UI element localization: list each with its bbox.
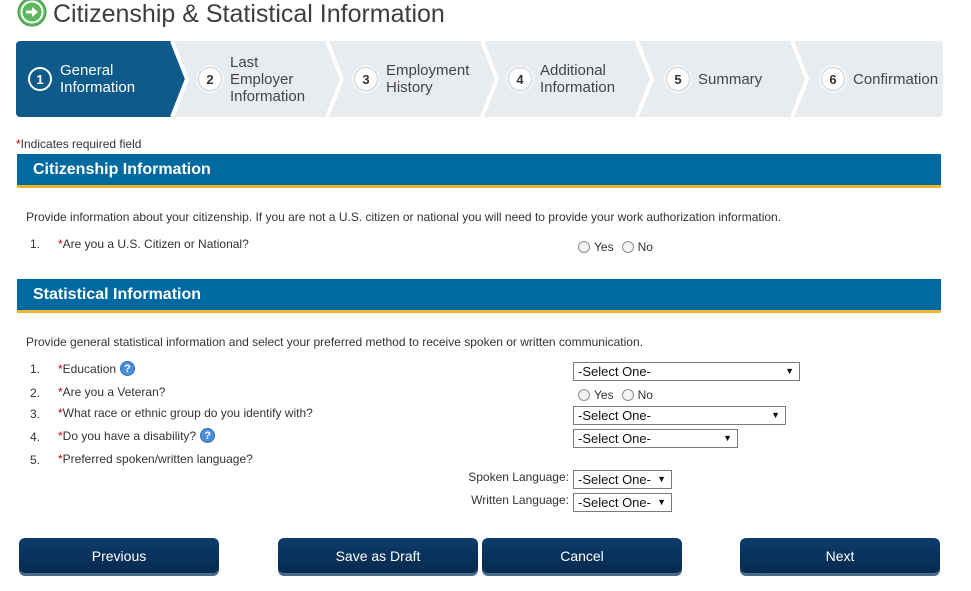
wizard-step-general-information[interactable]: 1 General Information xyxy=(28,41,135,117)
spoken-language-label: Spoken Language: xyxy=(468,470,569,484)
disability-select[interactable]: -Select One- ▼ xyxy=(573,429,738,448)
page-header: Citizenship & Statistical Information xyxy=(17,0,445,28)
step-number: 5 xyxy=(666,67,690,91)
radio-label: Yes xyxy=(594,240,614,254)
question-number: 1. xyxy=(30,237,41,251)
veteran-question-label: * Are you a Veteran? xyxy=(58,385,165,399)
citizen-no-radio[interactable] xyxy=(621,241,634,253)
spoken-language-select[interactable]: -Select One- ▼ xyxy=(573,470,672,489)
step-label: Confirmation xyxy=(853,70,939,88)
dropdown-arrow-icon: ▼ xyxy=(771,410,780,420)
select-value: -Select One- xyxy=(578,431,651,446)
step-number: 3 xyxy=(354,67,378,91)
citizen-yes-radio[interactable] xyxy=(578,241,590,253)
select-value: -Select One- xyxy=(578,495,651,510)
language-question-label: * Preferred spoken/written language? xyxy=(58,452,253,466)
help-icon[interactable]: ? xyxy=(120,361,136,376)
race-question-label: * What race or ethnic group do you identi… xyxy=(58,406,313,420)
question-number: 4. xyxy=(30,430,41,444)
question-number: 3. xyxy=(30,407,41,421)
education-select[interactable]: -Select One- ▼ xyxy=(573,362,800,381)
dropdown-arrow-icon: ▼ xyxy=(657,474,666,484)
required-note-text: Indicates required field xyxy=(20,137,142,151)
step-label: Summary xyxy=(698,70,763,88)
wizard-step-employment-history[interactable]: 3 Employment History xyxy=(354,41,469,117)
citizen-question-label: * Are you a U.S. Citizen or National? xyxy=(58,237,249,251)
step-number: 2 xyxy=(198,67,222,91)
next-button[interactable]: Next xyxy=(740,538,940,573)
dropdown-arrow-icon: ▼ xyxy=(723,433,732,443)
question-text: Are you a U.S. Citizen or National? xyxy=(62,237,249,251)
arrow-right-circle-icon xyxy=(17,0,47,27)
save-as-draft-button[interactable]: Save as Draft xyxy=(278,538,478,573)
step-number: 1 xyxy=(28,67,52,91)
previous-button[interactable]: Previous xyxy=(19,538,219,573)
disability-question-label: * Do you have a disability? ? xyxy=(58,428,216,443)
question-number: 5. xyxy=(30,453,41,467)
statistical-section-header: Statistical Information xyxy=(17,279,941,313)
question-number: 2. xyxy=(30,386,41,400)
dropdown-arrow-icon: ▼ xyxy=(657,497,666,507)
radio-label: No xyxy=(637,388,653,402)
citizenship-description: Provide information about your citizensh… xyxy=(26,210,782,224)
help-icon[interactable]: ? xyxy=(200,428,216,443)
question-text: Are you a Veteran? xyxy=(62,385,166,399)
written-language-select[interactable]: -Select One- ▼ xyxy=(573,493,672,512)
step-number: 4 xyxy=(508,67,532,91)
written-language-label: Written Language: xyxy=(471,493,569,507)
wizard-step-last-employer[interactable]: 2 Last Employer Information xyxy=(198,41,305,117)
question-text: Preferred spoken/written language? xyxy=(62,452,253,466)
step-label: Employment History xyxy=(386,62,470,96)
veteran-yes-radio[interactable] xyxy=(578,389,590,401)
dropdown-arrow-icon: ▼ xyxy=(785,366,794,376)
statistical-description: Provide general statistical information … xyxy=(26,335,643,349)
question-text: Do you have a disability? xyxy=(62,428,197,443)
citizenship-section-header: Citizenship Information xyxy=(17,154,941,188)
wizard-arrows xyxy=(16,41,810,117)
select-value: -Select One- xyxy=(578,364,651,379)
step-label: General Information xyxy=(60,62,136,96)
veteran-radio-group: Yes No xyxy=(578,388,661,402)
question-text: What race or ethnic group do you identif… xyxy=(62,406,313,420)
wizard-step-confirmation[interactable]: 6 Confirmation xyxy=(821,41,938,117)
citizen-radio-group: Yes No xyxy=(578,240,661,254)
cancel-button[interactable]: Cancel xyxy=(482,538,682,573)
step-label: Last Employer Information xyxy=(230,53,306,105)
wizard-step-additional-information[interactable]: 4 Additional Information xyxy=(508,41,615,117)
education-question-label: * Education ? xyxy=(58,361,136,376)
select-value: -Select One- xyxy=(578,472,651,487)
wizard-step-summary[interactable]: 5 Summary xyxy=(666,41,762,117)
race-select[interactable]: -Select One- ▼ xyxy=(573,406,786,425)
veteran-no-radio[interactable] xyxy=(621,389,634,401)
step-number: 6 xyxy=(821,67,845,91)
radio-label: No xyxy=(637,240,653,254)
progress-wizard: 1 General Information 2 Last Employer In… xyxy=(16,41,943,117)
select-value: -Select One- xyxy=(578,408,651,423)
page-title: Citizenship & Statistical Information xyxy=(53,0,445,28)
radio-label: Yes xyxy=(594,388,614,402)
step-label: Additional Information xyxy=(540,62,616,96)
required-field-note: *Indicates required field xyxy=(16,137,141,151)
question-text: Education xyxy=(62,361,117,376)
question-number: 1. xyxy=(30,362,41,376)
